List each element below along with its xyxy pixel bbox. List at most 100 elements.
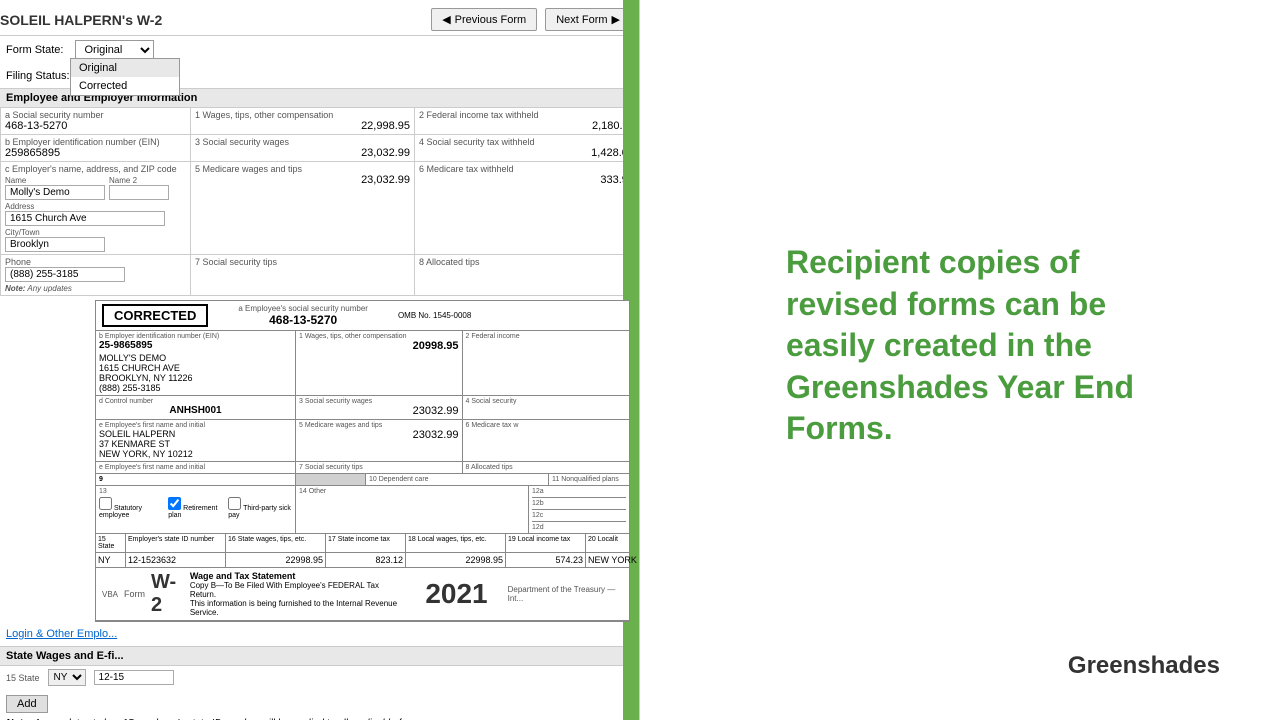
address-input[interactable] [5, 211, 165, 226]
w2-employer-addr1: 1615 CHURCH AVE [99, 363, 292, 373]
w2-local-wages-cell: 18 Local wages, tips, etc. [406, 534, 506, 552]
w2-box12c-label: 12c [532, 512, 626, 519]
medicare-tax-cell: 6 Medicare tax withheld 333.98 [415, 162, 639, 255]
w2-year: 2021 [425, 578, 487, 610]
login-section: Login & Other Emplo... [0, 622, 639, 646]
federal-tax-value: 2,180.11 [419, 120, 634, 132]
w2-box9-cell: 9 [96, 474, 296, 485]
name-input[interactable] [5, 185, 105, 200]
ss-tax-value: 1,428.05 [419, 147, 634, 159]
medicare-wages-label: 5 Medicare wages and tips [195, 164, 410, 174]
w2-wages-value: 20998.95 [299, 340, 459, 352]
w2-employee-name-cell: e Employee's first name and initial SOLE… [96, 420, 296, 461]
city-label: City/Town [5, 228, 186, 237]
name-label: Name [5, 176, 105, 185]
state-select[interactable]: NY [48, 669, 86, 686]
w2-subtitle-block: Wage and Tax Statement Copy B—To Be File… [190, 571, 406, 617]
third-party-check[interactable] [228, 497, 241, 510]
ssn-block: a Employee's social security number 468-… [238, 304, 368, 327]
w2-state-wages-value: 22998.95 [226, 553, 326, 567]
w2-emp-first-label: e Employee's first name and initial [99, 422, 292, 429]
stat-emp-label: Statutory employee [99, 497, 162, 519]
ss-tax-label: 4 Social security tax withheld [419, 137, 634, 147]
w2-employer-cell: b Employer identification number (EIN) 2… [96, 331, 296, 395]
w2-dept: Department of the Treasury — Int... [508, 585, 623, 603]
w2-control-label: d Control number [99, 398, 292, 405]
filing-status-label: Filing Status: [6, 70, 70, 82]
state-field-label: 15 State [6, 673, 40, 683]
w2-ss-tax-cell: 4 Social security [463, 396, 630, 419]
w2-box13-label: 13 [99, 488, 292, 495]
state-id-input[interactable] [94, 670, 174, 685]
phone-label: Phone [5, 257, 186, 267]
alloc-tips-label: 8 Allocated tips [419, 257, 634, 267]
w2-box7-row: e Employee's first name and initial 7 So… [96, 462, 629, 474]
ein-row-grid: b Employer identification number (EIN) 2… [0, 135, 639, 162]
dropdown-item-original[interactable]: Original [71, 59, 179, 77]
w2-state-tax-value: 823.12 [326, 553, 406, 567]
city-row: City/Town [5, 228, 186, 252]
ss-wages-cell: 3 Social security wages 23,032.99 [191, 135, 415, 162]
corrected-stamp: CORRECTED [102, 304, 208, 327]
prev-form-label: Previous Form [455, 14, 527, 26]
w2-ss-wages-value: 23032.99 [299, 405, 459, 417]
w2-locality-cell: 20 Localit [586, 534, 640, 552]
name-label-block: Name [5, 176, 105, 200]
w2-ss-row: d Control number ANHSH001 3 Social secur… [96, 396, 629, 420]
w2-local-income-cell: 19 Local income tax [506, 534, 586, 552]
w2-copy-note: This information is being furnished to t… [190, 599, 406, 617]
form-header: SOLEIL HALPERN's W-2 ◀ Previous Form Nex… [0, 0, 639, 36]
ssn-cell: a Social security number 468-13-5270 [1, 108, 191, 135]
medicare-tax-label: 6 Medicare tax withheld [419, 164, 634, 174]
form-state-dropdown[interactable]: Original Corrected [75, 40, 154, 60]
name2-input[interactable] [109, 185, 169, 200]
note-cell: Note: Any updates [5, 284, 186, 293]
login-link[interactable]: Login & Other Emplo... [6, 625, 633, 643]
w2-medicare-row: e Employee's first name and initial SOLE… [96, 420, 629, 462]
ssn-value: 468-13-5270 [5, 120, 186, 132]
w2-med-tax-label: 6 Medicare tax w [466, 422, 627, 429]
w2-state-row: 15 State Employer's state ID number 16 S… [96, 534, 629, 553]
ss-tax-cell: 4 Social security tax withheld 1,428.05 [415, 135, 639, 162]
ret-plan-check[interactable] [168, 497, 181, 510]
name-row: Name Name 2 [5, 176, 186, 200]
w2-emp-name: SOLEIL HALPERN [99, 429, 292, 439]
nav-buttons: ◀ Previous Form Next Form ▶ [431, 8, 631, 31]
add-button[interactable]: Add [6, 695, 48, 713]
dropdown-item-corrected[interactable]: Corrected [71, 77, 179, 95]
state-fields-row: 15 State NY [0, 666, 639, 689]
federal-tax-label: 2 Federal income tax withheld [419, 110, 634, 120]
ss-wages-label: 3 Social security wages [195, 137, 410, 147]
w2-wages-cell: 1 Wages, tips, other compensation 20998.… [296, 331, 463, 395]
employer-address-label: c Employer's name, address, and ZIP code [5, 164, 186, 174]
phone-input[interactable] [5, 267, 125, 282]
right-panel: Recipient copies of revised forms can be… [640, 0, 1280, 720]
promo-line1: Recipient copies of [786, 244, 1079, 280]
next-form-button[interactable]: Next Form ▶ [545, 8, 631, 31]
stat-emp-check[interactable] [99, 497, 112, 510]
w2-ss-tips-cell: 7 Social security tips [296, 462, 463, 473]
w2-ss-tax-label: 4 Social security [466, 398, 627, 405]
w2-box12b-label: 12b [532, 500, 626, 507]
state-wages-header: State Wages and E-fi... [0, 646, 639, 666]
w2-box10-label: 10 Dependent care [369, 476, 545, 483]
w2-footer: VBA Form W-2 Wage and Tax Statement Copy… [96, 568, 629, 621]
prev-form-button[interactable]: ◀ Previous Form [431, 8, 537, 31]
w2-box10-cell: 10 Dependent care [366, 474, 549, 485]
w2-nonqual-label: 11 Nonqualified plans [552, 476, 626, 483]
w2-employer-addr2: BROOKLYN, NY 11226 [99, 373, 292, 383]
w2-state-values-row: NY 12-1523632 22998.95 823.12 22998.95 5… [96, 553, 629, 568]
top-info-grid: a Social security number 468-13-5270 1 W… [0, 108, 639, 135]
w2-state-wages-label: 16 State wages, tips, etc. [228, 536, 323, 543]
w2-med-tax-cell: 6 Medicare tax w [463, 420, 630, 461]
note-label: Note: [5, 284, 25, 293]
w2-doc-header: CORRECTED a Employee's social security n… [96, 301, 629, 331]
w2-fed-tax-cell: 2 Federal income [463, 331, 630, 395]
city-input[interactable] [5, 237, 105, 252]
note-row: Note: Any updates to box 15 employer's s… [0, 715, 639, 720]
w2-document: CORRECTED a Employee's social security n… [95, 300, 630, 622]
w2-ss-wages-cell: 3 Social security wages 23032.99 [296, 396, 463, 419]
w2-employer-phone: (888) 255-3185 [99, 383, 292, 393]
w2-box9-label: 9 [99, 476, 292, 483]
ein-label: b Employer identification number (EIN) [5, 137, 186, 147]
